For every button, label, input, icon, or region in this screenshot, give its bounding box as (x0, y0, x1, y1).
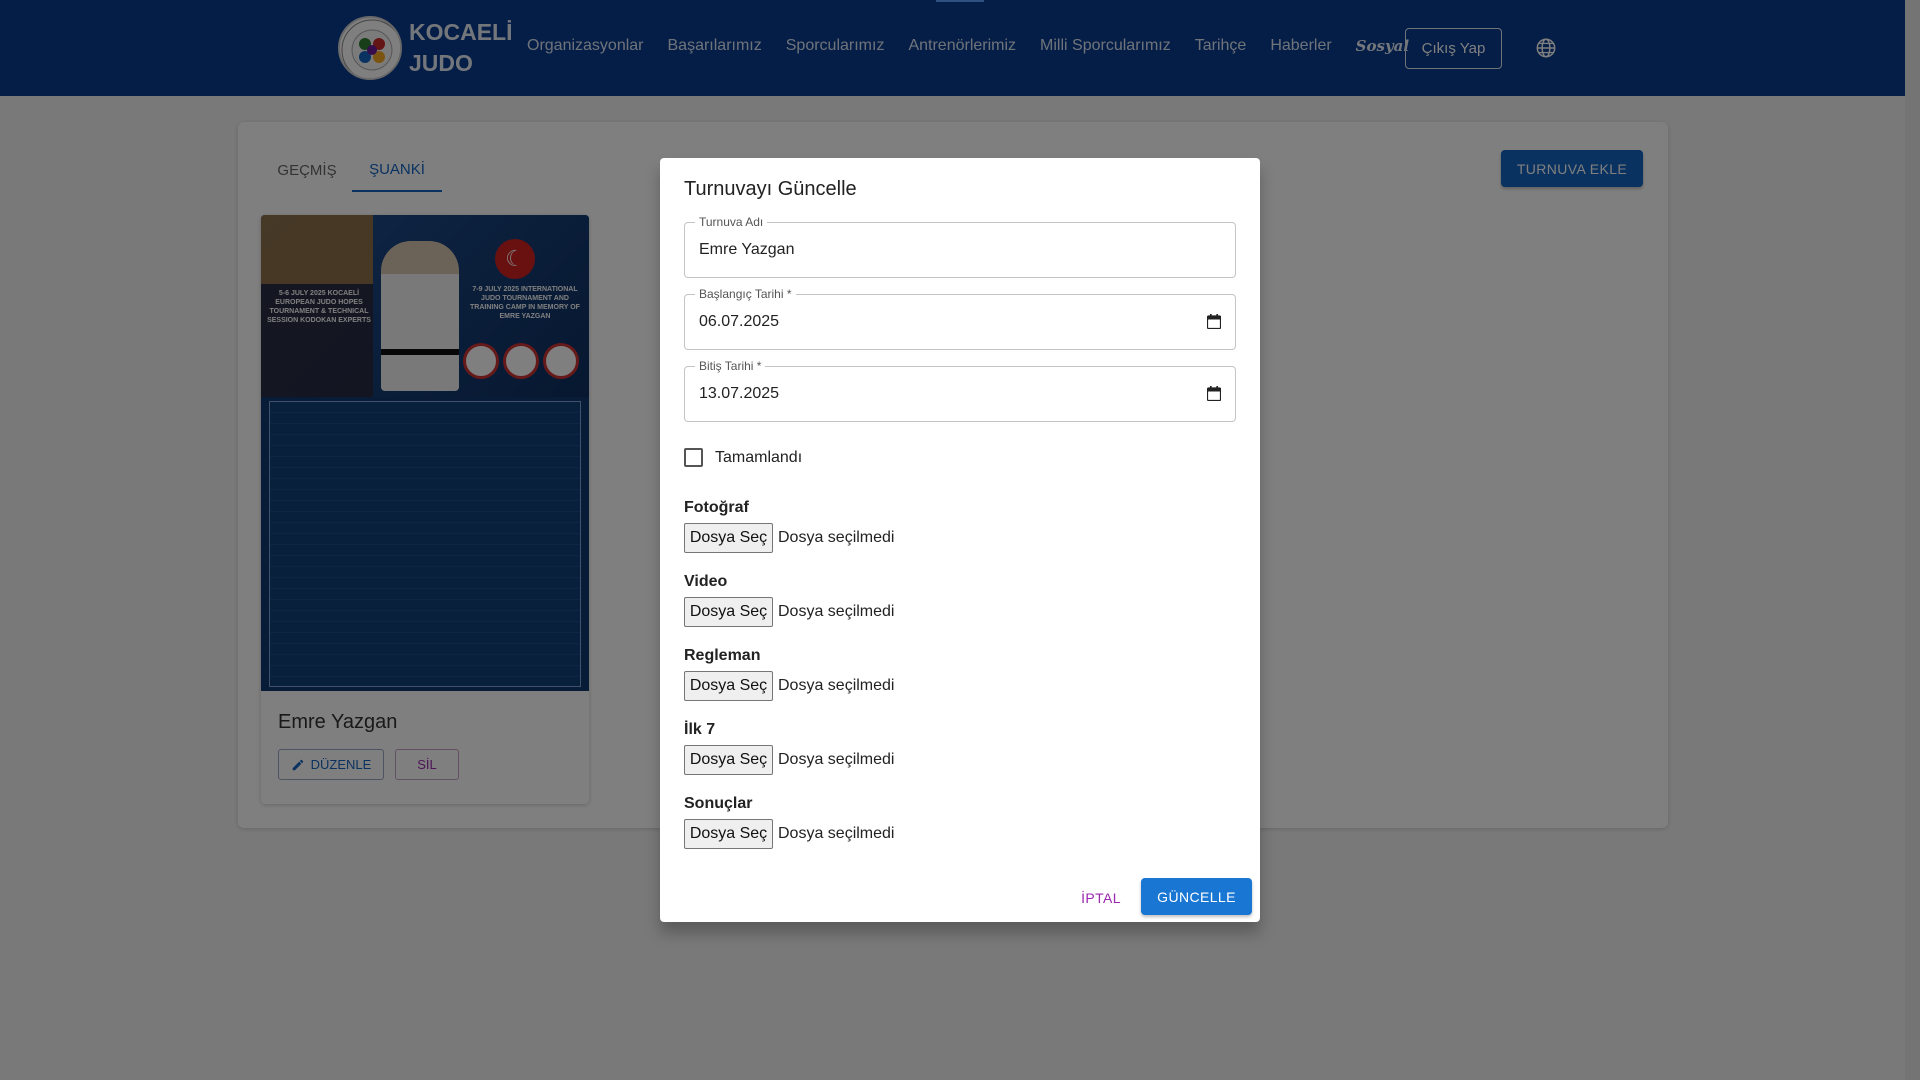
start-date-value: 06.07.2025 (699, 313, 780, 330)
end-date-value: 13.07.2025 (699, 385, 780, 402)
calendar-icon[interactable] (1207, 386, 1221, 401)
regulation-file-status: Dosya seçilmedi (778, 677, 895, 694)
tournament-name-label: Turnuva Adı (695, 215, 768, 229)
top7-file-status: Dosya seçilmedi (778, 751, 895, 768)
video-upload: Video Dosya Seç Dosya seçilmedi (684, 572, 894, 627)
photo-upload-label: Fotoğraf (684, 499, 749, 516)
tournament-name-field[interactable]: Turnuva Adı Emre Yazgan (684, 215, 1236, 278)
cancel-button[interactable]: İPTAL (1072, 880, 1130, 916)
end-date-field[interactable]: Bitiş Tarihi * 13.07.2025 (684, 359, 1236, 422)
start-date-field[interactable]: Başlangıç Tarihi * 06.07.2025 (684, 287, 1236, 350)
top7-upload-label: İlk 7 (684, 721, 716, 738)
results-upload: Sonuçlar Dosya Seç Dosya seçilmedi (684, 794, 894, 849)
end-date-label: Bitiş Tarihi * (695, 359, 766, 373)
tournament-name-value: Emre Yazgan (699, 241, 795, 258)
video-upload-label: Video (684, 573, 728, 590)
top7-upload: İlk 7 Dosya Seç Dosya seçilmedi (684, 720, 894, 775)
dialog-title: Turnuvayı Güncelle (684, 178, 857, 200)
calendar-icon[interactable] (1207, 314, 1221, 329)
regulation-upload: Regleman Dosya Seç Dosya seçilmedi (684, 646, 894, 701)
start-date-label: Başlangıç Tarihi * (695, 287, 796, 301)
results-choose-file-button[interactable]: Dosya Seç (684, 819, 773, 849)
video-choose-file-button[interactable]: Dosya Seç (684, 597, 773, 627)
completed-label: Tamamlandı (715, 448, 803, 466)
completed-row: Tamamlandı (684, 448, 802, 467)
video-file-status: Dosya seçilmedi (778, 603, 895, 620)
top7-choose-file-button[interactable]: Dosya Seç (684, 745, 773, 775)
regulation-choose-file-button[interactable]: Dosya Seç (684, 671, 773, 701)
photo-choose-file-button[interactable]: Dosya Seç (684, 523, 773, 553)
completed-checkbox[interactable] (684, 448, 703, 467)
regulation-upload-label: Regleman (684, 647, 761, 664)
update-tournament-dialog: Turnuvayı Güncelle Turnuva Adı Emre Yazg… (660, 158, 1260, 922)
results-file-status: Dosya seçilmedi (778, 825, 895, 842)
update-button[interactable]: GÜNCELLE (1141, 878, 1252, 915)
photo-upload: Fotoğraf Dosya Seç Dosya seçilmedi (684, 498, 894, 553)
results-upload-label: Sonuçlar (684, 795, 753, 812)
photo-file-status: Dosya seçilmedi (778, 529, 895, 546)
